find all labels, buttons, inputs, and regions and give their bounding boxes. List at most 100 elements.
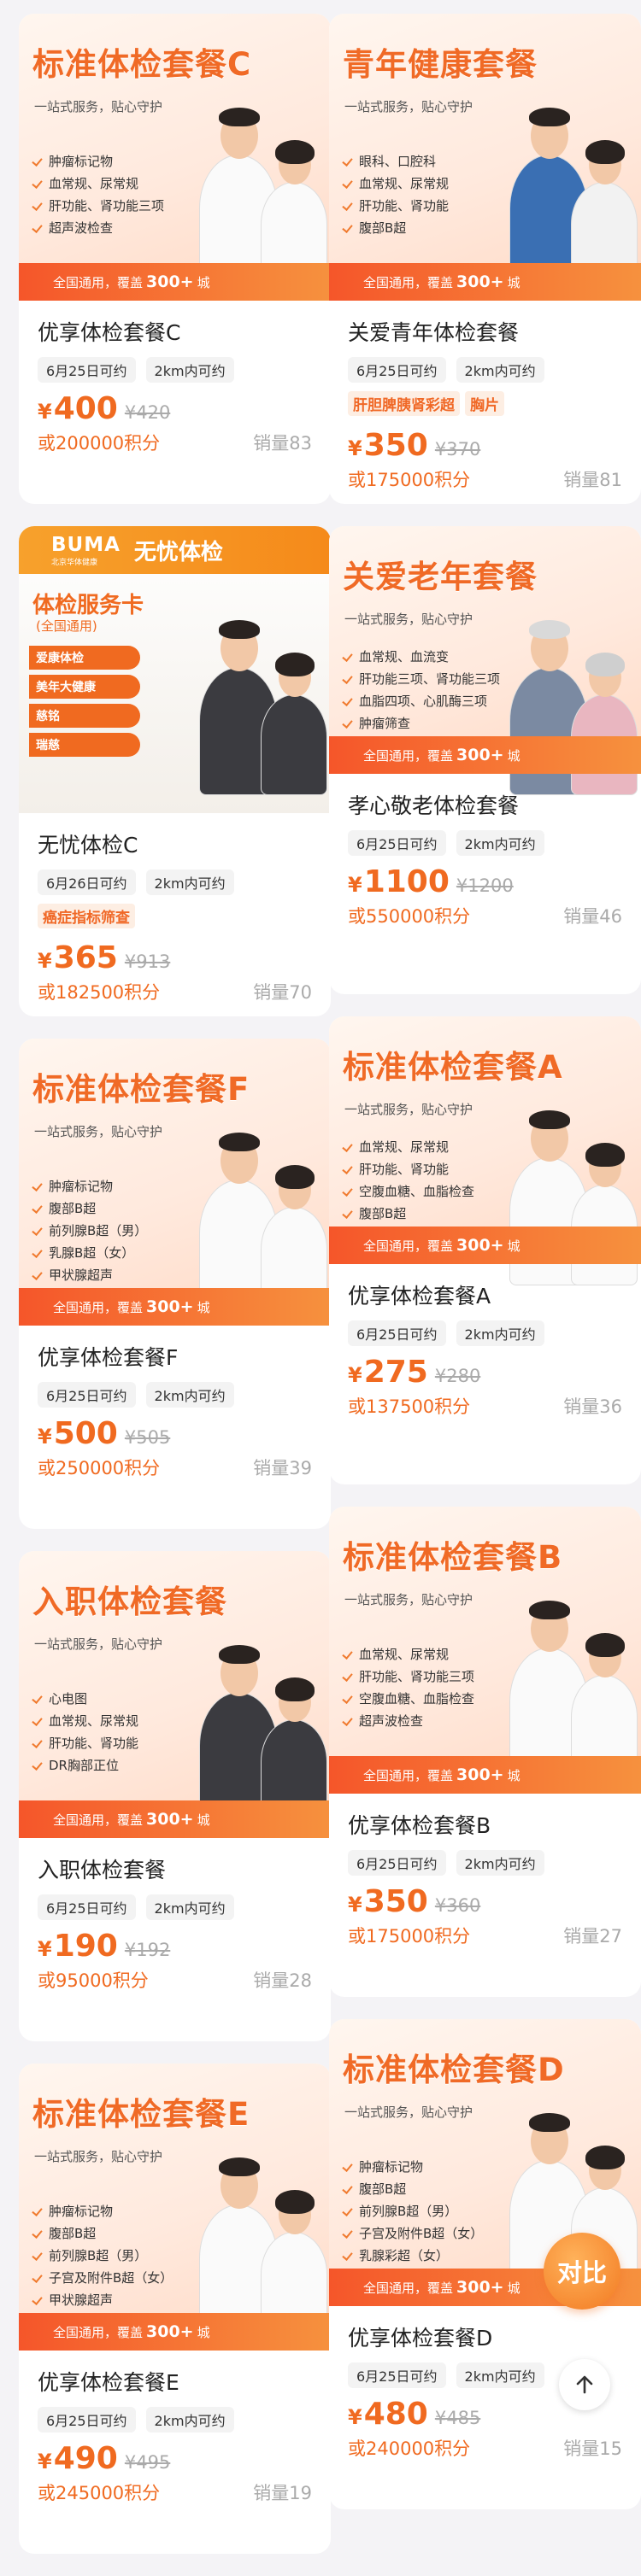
package-name[interactable]: 优享体检套餐D — [348, 2321, 622, 2352]
package-card[interactable]: 入职体检套餐 一站式服务，贴心守护 心电图 血常规、尿常规 肝功能、肾功能 DR胸部正位全… — [19, 1551, 331, 2041]
package-card[interactable]: 标准体检套餐A 一站式服务，贴心守护 血常规、尿常规 肝功能、肾功能 空腹血糖、血脂检查… — [329, 1016, 641, 1484]
feature-text: 血常规、血流变 — [359, 649, 450, 664]
feature-list: 肿瘤标记物 腹部B超 前列腺B超（男） 子宫及附件B超（女） 乳腺彩超（女） — [341, 2156, 483, 2267]
check-icon — [31, 1225, 44, 1238]
currency-symbol: ¥ — [38, 1937, 52, 1961]
availability-chip: 2km内可约 — [456, 2362, 544, 2388]
band-count: 300+ — [456, 2278, 504, 2297]
price-value: 190 — [53, 1929, 118, 1964]
feature-text: 超声波检查 — [49, 220, 114, 236]
package-name[interactable]: 优享体检套餐C — [38, 316, 312, 347]
points-price: 或200000积分 — [38, 433, 161, 454]
check-icon — [31, 2205, 44, 2218]
points-row: 或550000积分 销量46 — [348, 903, 622, 928]
promo-title: 标准体检套餐C — [32, 46, 252, 83]
availability-chip: 6月25日可约 — [348, 357, 446, 383]
check-icon — [341, 178, 354, 190]
check-icon — [31, 2250, 44, 2263]
price: ¥365 — [38, 940, 118, 975]
band-prefix: 全国通用，覆盖 — [363, 1767, 454, 1783]
feature-text: 超声波检查 — [359, 1713, 424, 1729]
feature-item: 空腹血糖、血脂检查 — [341, 1688, 474, 1710]
package-name[interactable]: 优享体检套餐B — [348, 1809, 622, 1840]
feature-text: 前列腺B超（男） — [49, 1223, 148, 1238]
person-male-hair — [529, 108, 570, 126]
package-name[interactable]: 无忧体检C — [38, 828, 312, 859]
band-count: 300+ — [146, 1297, 194, 1316]
price: ¥275 — [348, 1355, 428, 1390]
availability-chips: 6月25日可约 2km内可约 — [38, 2407, 312, 2433]
availability-chip: 6月25日可约 — [348, 1850, 446, 1876]
sales-count: 销量19 — [253, 2483, 312, 2503]
feature-text: 血脂四项、心肌酶三项 — [359, 694, 488, 709]
availability-chip: 6月25日可约 — [38, 357, 136, 383]
sales-count: 销量15 — [563, 2438, 622, 2459]
back-to-top-button[interactable] — [559, 2359, 610, 2410]
points-price: 或175000积分 — [348, 1926, 471, 1947]
person-female-hair — [585, 1143, 625, 1167]
feature-text: 血常规、尿常规 — [359, 1139, 450, 1155]
promo-banner: 标准体检套餐C 一站式服务，贴心守护 肿瘤标记物 血常规、尿常规 肝功能、肾功能三项 超声… — [19, 14, 331, 301]
price-row: ¥350 ¥360 — [348, 1884, 622, 1919]
tag-list: 肝胆脾胰肾彩超 胸片 — [348, 391, 622, 423]
price: ¥400 — [38, 391, 118, 426]
package-name[interactable]: 优享体检套餐E — [38, 2366, 312, 2397]
package-card[interactable]: 标准体检套餐E 一站式服务，贴心守护 肿瘤标记物 腹部B超 前列腺B超（男） 子宫及附件B… — [19, 2064, 331, 2554]
feature-text: 腹部B超 — [359, 220, 407, 236]
feature-item: 乳腺B超（女） — [31, 1242, 147, 1264]
package-card[interactable]: 关爱老年套餐 一站式服务，贴心守护 血常规、血流变 肝功能三项、肾功能三项 血脂四项、心… — [329, 526, 641, 994]
coverage-band: 全国通用，覆盖 300+ 城 — [329, 736, 641, 774]
feature-text: 肿瘤标记物 — [359, 2159, 424, 2175]
check-icon — [31, 1247, 44, 1260]
feature-item: 肝功能、肾功能 — [31, 1732, 138, 1754]
check-icon — [341, 1163, 354, 1176]
package-card[interactable]: 青年健康套餐 一站式服务，贴心守护 眼科、口腔科 血常规、尿常规 肝功能、肾功能 腹部B超… — [329, 14, 641, 504]
doctor-photo — [191, 620, 327, 795]
feature-item: 前列腺B超（男） — [341, 2200, 483, 2222]
person-female — [261, 653, 327, 795]
promo-title: 标准体检套餐F — [32, 1071, 250, 1108]
package-card[interactable]: 标准体检套餐B 一站式服务，贴心守护 血常规、尿常规 肝功能、肾功能三项 空腹血糖、血脂… — [329, 1507, 641, 1997]
original-price: ¥192 — [124, 1940, 171, 1960]
card-info: 优享体检套餐C 6月25日可约 2km内可约 ¥400 ¥420 或200000积分 销量8… — [19, 301, 331, 471]
doctor-photo — [501, 1601, 638, 1776]
person-female-hair — [275, 140, 315, 164]
promo-subtitle: 一站式服务，贴心守护 — [34, 2149, 163, 2164]
feature-item: 腹部B超 — [31, 2222, 173, 2245]
feature-list: 血常规、尿常规 肝功能、肾功能 空腹血糖、血脂检查 腹部B超 — [341, 1136, 474, 1225]
feature-text: 乳腺彩超（女） — [359, 2248, 450, 2263]
availability-chip: 6月25日可约 — [38, 2407, 136, 2433]
person-female-hair — [585, 653, 625, 676]
band-suffix: 城 — [197, 1299, 210, 1315]
price-value: 1100 — [363, 864, 450, 899]
feature-item: 血常规、尿常规 — [31, 1710, 138, 1732]
band-suffix: 城 — [197, 2324, 210, 2340]
check-icon — [341, 695, 354, 708]
package-name[interactable]: 优享体检套餐F — [38, 1341, 312, 1372]
promo-title: 青年健康套餐 — [343, 46, 538, 83]
availability-chips: 6月25日可约 2km内可约 — [348, 357, 622, 383]
feature-list: 肿瘤标记物 腹部B超 前列腺B超（男） 乳腺B超（女） 甲状腺超声 — [31, 1175, 147, 1286]
feature-text: 血常规、尿常规 — [49, 1713, 139, 1729]
check-icon — [341, 1693, 354, 1706]
check-icon — [341, 155, 354, 168]
currency-symbol: ¥ — [38, 1425, 52, 1449]
feature-text: 子宫及附件B超（女） — [49, 2270, 173, 2286]
package-card[interactable]: 标准体检套餐C 一站式服务，贴心守护 肿瘤标记物 血常规、尿常规 肝功能、肾功能三项 超声… — [19, 14, 331, 504]
feature-text: 肿瘤标记物 — [49, 2204, 114, 2219]
compare-button[interactable]: 对比 — [544, 2233, 620, 2310]
card-info: 孝心敬老体检套餐 6月25日可约 2km内可约 ¥1100 ¥1200 或550000积分… — [329, 774, 641, 944]
availability-chip: 2km内可约 — [145, 357, 234, 383]
package-card[interactable]: 标准体检套餐F 一站式服务，贴心守护 肿瘤标记物 腹部B超 前列腺B超（男） 乳腺B超（女… — [19, 1039, 331, 1529]
package-name[interactable]: 入职体检套餐 — [38, 1853, 312, 1884]
feature-item: 腹部B超 — [341, 1203, 474, 1225]
currency-symbol: ¥ — [348, 2405, 362, 2429]
person-female-hair — [585, 1633, 625, 1657]
price: ¥350 — [348, 1884, 428, 1919]
feature-text: 心电图 — [49, 1691, 88, 1707]
price-value: 350 — [363, 1884, 428, 1919]
feature-item: 肿瘤标记物 — [31, 1175, 147, 1197]
person-male-hair — [529, 1601, 570, 1619]
package-name[interactable]: 关爱青年体检套餐 — [348, 316, 622, 347]
package-card[interactable]: BUMA 北京华体健康 无忧体检 体检服务卡 (全国通用) 爱康体检 美年大健康 慈铭 瑞慈 无忧… — [19, 526, 331, 1016]
